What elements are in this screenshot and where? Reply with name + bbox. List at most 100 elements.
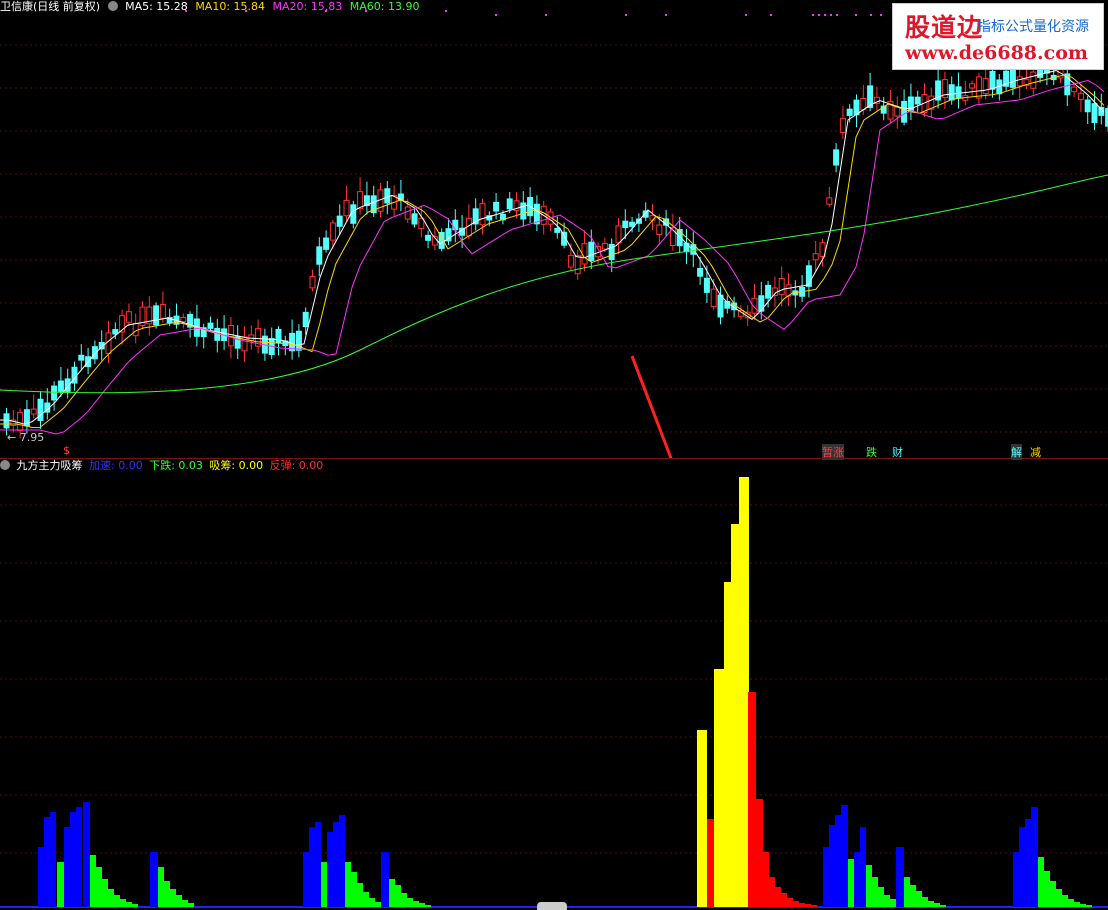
- indicator-bar: [1019, 827, 1025, 907]
- indicator-bar: [345, 862, 351, 907]
- indicator-bar: [1056, 889, 1062, 907]
- indicator-bar: [714, 669, 724, 907]
- indicator-bar: [823, 847, 829, 907]
- ma60-label: MA60: 13.90: [349, 0, 420, 13]
- indicator-bar: [120, 899, 126, 907]
- signal-b: 跌: [866, 446, 877, 459]
- indicator-bar: [38, 847, 44, 907]
- indicator-bars: [38, 477, 1092, 907]
- indicator-bar: [848, 859, 854, 907]
- indicator-bar: [854, 852, 860, 907]
- scroll-handle[interactable]: [537, 902, 567, 910]
- fantan-label: 反弹: 0.00: [269, 459, 324, 472]
- indicator-bar: [775, 887, 781, 907]
- indicator-bar: [793, 901, 799, 907]
- indicator-bar: [697, 730, 707, 907]
- indicator-bar: [724, 582, 732, 907]
- indicator-bar: [904, 877, 910, 907]
- indicator-bar: [321, 862, 327, 907]
- indicator-bar: [910, 885, 916, 907]
- indicator-bar: [158, 867, 164, 907]
- indicator-bar: [303, 852, 309, 907]
- indicator-bar: [739, 477, 749, 907]
- indicator-bar: [44, 817, 50, 907]
- logo-url-text: www.de6688.com: [905, 42, 1088, 64]
- indicator-bar: [339, 815, 345, 907]
- indicator-bar: [1074, 902, 1080, 907]
- indicator-bar: [872, 877, 878, 907]
- signal-c: 财: [892, 446, 903, 459]
- indicator-bar: [389, 879, 395, 907]
- indicator-bar: [108, 889, 114, 907]
- indicator-bar: [916, 891, 922, 907]
- indicator-bar: [70, 812, 76, 907]
- dropdown-circle-icon[interactable]: [107, 1, 118, 11]
- indicator-bar: [96, 867, 102, 907]
- xichou-label: 吸筹: 0.00: [209, 459, 264, 472]
- indicator-bar: [333, 822, 339, 907]
- indicator-bar: [811, 905, 817, 907]
- indicator-bar: [176, 895, 182, 907]
- logo-sub-text: 指标公式量化资源: [977, 19, 1089, 35]
- ma10-label: MA10: 15.84: [195, 0, 266, 13]
- dropdown-circle-icon[interactable]: [0, 460, 10, 470]
- jiasu-label: 加速: 0.00: [89, 459, 143, 472]
- indicator-bar: [787, 898, 793, 907]
- indicator-bar: [769, 877, 775, 907]
- indicator-bar: [878, 887, 884, 907]
- indicator-bar: [83, 802, 90, 907]
- indicator-bar: [419, 903, 425, 907]
- indicator-bar: [1068, 899, 1074, 907]
- signal-e: 减: [1030, 446, 1041, 459]
- indicator-bar: [1031, 807, 1038, 907]
- indicator-bar: [835, 815, 841, 907]
- indicator-bar: [896, 847, 904, 907]
- indicator-bar: [763, 852, 769, 907]
- indicator-bar: [309, 827, 315, 907]
- indicator-bar: [934, 903, 940, 907]
- price-header: 卫信康(日线 前复权) MA5: 15.28 MA10: 15.84 MA20:…: [0, 0, 423, 14]
- indicator-bar: [381, 852, 389, 907]
- indicator-bar: [805, 904, 811, 907]
- indicator-bar: [1050, 881, 1056, 907]
- indicator-bar: [182, 900, 188, 907]
- indicator-bar: [132, 904, 138, 907]
- indicator-bar: [860, 827, 866, 907]
- indicator-header: 九方主力吸筹 加速: 0.00 下跌: 0.03 吸筹: 0.00 反弹: 0.…: [0, 459, 326, 473]
- indicator-bar: [707, 819, 715, 907]
- stock-title[interactable]: 卫信康(日线 前复权): [0, 0, 100, 13]
- indicator-bar: [315, 822, 321, 907]
- indicator-bar: [102, 879, 108, 907]
- indicator-grid: [0, 504, 1108, 908]
- indicator-bar: [357, 883, 363, 907]
- indicator-bar: [1086, 905, 1092, 907]
- indicator-bar: [884, 895, 890, 907]
- indicator-bar: [407, 898, 413, 907]
- indicator-name[interactable]: 九方主力吸筹: [17, 459, 83, 472]
- watermark-logo: 股道边 指标公式量化资源 www.de6688.com: [892, 3, 1104, 70]
- indicator-bar: [755, 799, 763, 907]
- indicator-bar: [1025, 819, 1031, 907]
- indicator-bar: [922, 897, 928, 907]
- indicator-bar: [401, 893, 407, 907]
- indicator-bar: [150, 852, 158, 907]
- indicator-bar: [1044, 871, 1050, 907]
- indicator-bar: [425, 905, 431, 907]
- indicator-bar: [164, 881, 170, 907]
- indicator-bar: [395, 885, 401, 907]
- indicator-bar: [799, 903, 805, 907]
- indicator-bar: [90, 855, 96, 907]
- indicator-bar: [126, 902, 132, 907]
- ma20-label: MA20: 15.83: [272, 0, 343, 13]
- signal-d: 解: [1011, 444, 1022, 460]
- indicator-bar: [1080, 904, 1086, 907]
- indicator-bar: [188, 903, 194, 907]
- indicator-bar: [363, 892, 369, 907]
- indicator-bar: [1013, 852, 1019, 907]
- indicator-chart[interactable]: [0, 0, 1108, 910]
- price-low-label: ← 7.95: [7, 431, 45, 444]
- signal-a: 暂涨: [822, 444, 844, 460]
- indicator-bar: [369, 898, 375, 907]
- indicator-bar: [748, 692, 756, 907]
- indicator-bar: [57, 862, 64, 907]
